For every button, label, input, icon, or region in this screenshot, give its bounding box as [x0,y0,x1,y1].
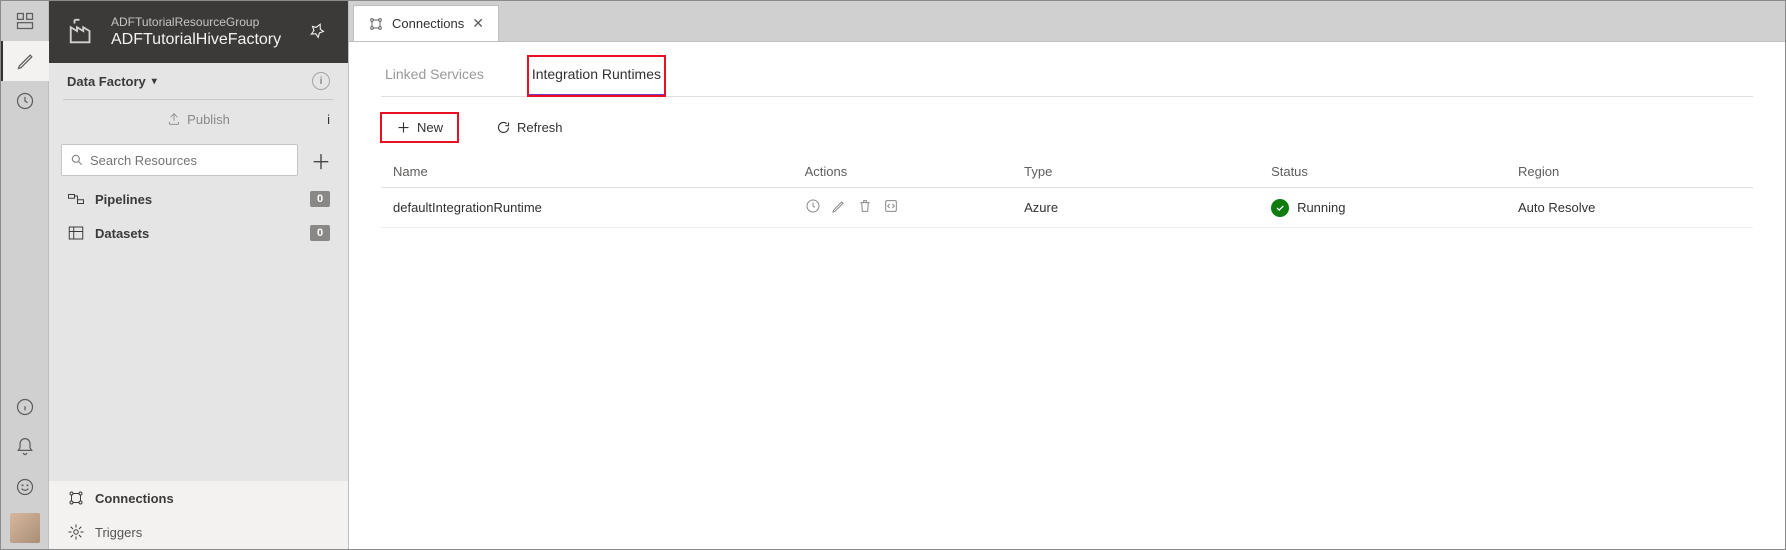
refresh-button[interactable]: Refresh [482,114,577,141]
main-area: Connections ✕ Linked Services Integratio… [349,1,1785,549]
monitor-action-icon[interactable] [805,198,821,217]
delete-action-icon[interactable] [857,198,873,217]
col-type[interactable]: Type [1012,156,1259,188]
rail-author[interactable] [1,41,49,81]
factory-icon [67,16,97,49]
dataset-icon [67,224,85,242]
rail-feedback[interactable] [1,467,49,507]
status-running-icon [1271,199,1289,217]
cell-region: Auto Resolve [1506,188,1753,228]
sidebar-header: ADFTutorialResourceGroup ADFTutorialHive… [49,1,348,63]
cell-name: defaultIntegrationRuntime [381,188,793,228]
dataset-count: 0 [310,225,330,241]
user-avatar[interactable] [10,513,40,543]
sidebar: ADFTutorialResourceGroup ADFTutorialHive… [49,1,349,549]
sidebar-item-label: Triggers [95,525,142,540]
plus-icon [396,120,411,135]
subtab-bar: Linked Services Integration Runtimes [381,56,1753,97]
sidebar-bottom: Connections Triggers [49,481,348,549]
search-icon [70,153,84,167]
factory-name-label: ADFTutorialHiveFactory [111,31,304,49]
tab-integration-runtimes[interactable]: Integration Runtimes [528,56,665,96]
cell-type: Azure [1012,188,1259,228]
pipeline-count: 0 [310,191,330,207]
content: Linked Services Integration Runtimes New… [349,41,1785,549]
new-button-highlight: New [381,113,458,142]
publish-info-icon[interactable]: i [327,112,330,127]
doc-tab-title: Connections [392,16,464,31]
root-label: Data Factory [67,74,146,89]
toolbar: New Refresh [381,109,1753,156]
sidebar-item-label: Pipelines [95,192,152,207]
sidebar-item-triggers[interactable]: Triggers [49,515,348,549]
publish-label: Publish [187,112,230,127]
col-region[interactable]: Region [1506,156,1753,188]
code-action-icon[interactable] [883,198,899,217]
new-button[interactable]: New [381,113,458,142]
chevron-down-icon: ▾ [152,76,157,87]
icon-rail [1,1,49,549]
sidebar-item-label: Connections [95,491,174,506]
tab-linked-services[interactable]: Linked Services [381,56,488,96]
refresh-label: Refresh [517,120,563,135]
col-actions[interactable]: Actions [793,156,1013,188]
rail-notifications[interactable] [1,427,49,467]
connections-icon [67,489,85,507]
doc-tab-connections[interactable]: Connections ✕ [353,5,499,41]
triggers-icon [67,523,85,541]
doc-tab-host: Connections ✕ [349,1,1785,41]
col-name[interactable]: Name [381,156,793,188]
runtimes-table: Name Actions Type Status Region defaultI… [381,156,1753,228]
connections-icon [368,16,384,32]
sidebar-item-datasets[interactable]: Datasets 0 [49,216,348,250]
search-resources[interactable] [61,144,298,176]
close-icon[interactable]: ✕ [472,15,484,32]
status-text: Running [1297,200,1345,215]
rail-monitor[interactable] [1,81,49,121]
sidebar-item-label: Datasets [95,226,149,241]
edit-action-icon[interactable] [831,198,847,217]
pipeline-icon [67,190,85,208]
add-resource-button[interactable]: ＋ [306,145,336,175]
refresh-icon [496,120,511,135]
resource-group-label: ADFTutorialResourceGroup [111,15,304,29]
cell-status: Running [1271,199,1494,217]
search-input[interactable] [90,153,289,168]
pin-button[interactable] [304,18,330,47]
publish-button[interactable]: Publish [49,100,348,138]
new-label: New [417,120,443,135]
table-row[interactable]: defaultIntegrationRuntime Azure [381,188,1753,228]
root-node[interactable]: Data Factory ▾ i [49,63,348,99]
rail-overview[interactable] [1,1,49,41]
root-info-icon[interactable]: i [312,72,330,90]
sidebar-item-pipelines[interactable]: Pipelines 0 [49,182,348,216]
rail-info[interactable] [1,387,49,427]
col-status[interactable]: Status [1259,156,1506,188]
cell-actions [805,198,1001,217]
sidebar-item-connections[interactable]: Connections [49,481,348,515]
